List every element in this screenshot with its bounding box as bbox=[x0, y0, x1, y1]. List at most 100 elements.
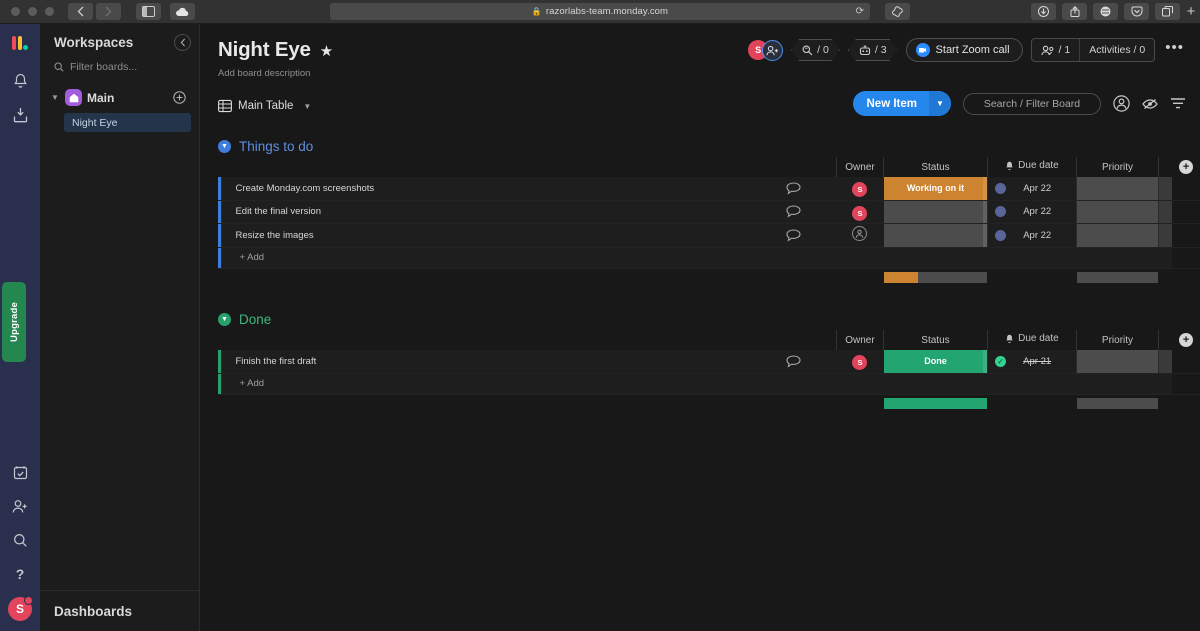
help-icon[interactable]: ? bbox=[0, 557, 40, 591]
forward-button[interactable] bbox=[96, 3, 121, 20]
table-row[interactable]: Finish the first draft S Done ✓ Apr 21 bbox=[218, 350, 1200, 374]
globe-icon[interactable] bbox=[1093, 3, 1118, 20]
column-header-owner[interactable]: Owner bbox=[835, 330, 884, 350]
add-column-button[interactable]: + bbox=[1172, 330, 1200, 350]
browser-extension-icons[interactable] bbox=[1031, 3, 1180, 20]
group-header[interactable]: ▼ Things to do bbox=[218, 135, 1200, 157]
filter-icon[interactable] bbox=[1170, 97, 1186, 110]
tabs-icon[interactable] bbox=[1155, 3, 1180, 20]
sidebar-toggle-button[interactable] bbox=[136, 3, 161, 20]
avatar[interactable]: S bbox=[852, 182, 868, 198]
column-header-status[interactable]: Status bbox=[883, 330, 988, 350]
add-column-button[interactable]: + bbox=[1172, 157, 1200, 177]
monday-logo-icon[interactable] bbox=[12, 34, 28, 50]
status-badge[interactable]: Done bbox=[883, 350, 988, 373]
calendar-check-icon[interactable] bbox=[0, 455, 40, 489]
owner-cell[interactable] bbox=[836, 223, 884, 248]
search-input[interactable]: Search / Filter Board bbox=[963, 92, 1101, 115]
person-circle-icon[interactable] bbox=[1113, 95, 1130, 112]
priority-cell[interactable] bbox=[1076, 200, 1159, 224]
add-board-button[interactable] bbox=[173, 91, 186, 104]
column-header-status[interactable]: Status bbox=[883, 157, 988, 177]
priority-cell[interactable] bbox=[1076, 350, 1159, 374]
avatar[interactable]: S bbox=[8, 596, 33, 621]
add-item-row[interactable]: + Add bbox=[218, 373, 1200, 395]
upgrade-button[interactable]: Upgrade bbox=[2, 282, 26, 362]
invite-member-icon[interactable] bbox=[0, 489, 40, 523]
extension-button[interactable] bbox=[885, 3, 910, 20]
chat-bubble-icon[interactable] bbox=[786, 177, 837, 201]
avatar[interactable]: S bbox=[852, 355, 868, 371]
avatar[interactable]: S bbox=[852, 205, 868, 221]
minimize-window-button[interactable] bbox=[28, 7, 37, 16]
add-person-icon[interactable] bbox=[762, 39, 784, 61]
new-item-dropdown-button[interactable]: ▼ bbox=[929, 91, 951, 116]
sidebar-item-dashboards[interactable]: Dashboards bbox=[40, 590, 199, 631]
owner-cell[interactable]: S bbox=[836, 177, 884, 201]
search-icon[interactable] bbox=[0, 523, 40, 557]
automations-button[interactable]: / 3 bbox=[848, 39, 898, 61]
column-header-due-date[interactable]: Due date bbox=[986, 330, 1077, 350]
item-name[interactable]: Resize the images bbox=[221, 223, 787, 248]
chat-bubble-icon[interactable] bbox=[786, 223, 837, 248]
pocket-icon[interactable] bbox=[1124, 3, 1149, 20]
status-badge[interactable]: Working on it bbox=[883, 177, 988, 200]
tab-main-table[interactable]: Main Table ▼ bbox=[218, 99, 311, 113]
group-collapse-button[interactable]: ▼ bbox=[218, 139, 231, 153]
sidebar-item-night-eye[interactable]: Night Eye bbox=[64, 113, 191, 132]
status-cell[interactable]: Done bbox=[883, 350, 988, 374]
add-item-row[interactable]: + Add bbox=[218, 247, 1200, 269]
status-badge[interactable] bbox=[883, 200, 988, 223]
sidebar-collapse-button[interactable] bbox=[174, 34, 191, 51]
table-row[interactable]: Resize the images Apr 22 bbox=[218, 223, 1200, 248]
table-row[interactable]: Edit the final version S Apr 22 bbox=[218, 200, 1200, 224]
board-description-placeholder[interactable]: Add board description bbox=[218, 68, 1182, 79]
workspace-row-main[interactable]: ▼ Main bbox=[48, 87, 191, 108]
due-date-cell[interactable]: Apr 22 bbox=[987, 223, 1077, 248]
filter-boards-input[interactable]: Filter boards... bbox=[54, 61, 189, 73]
status-cell[interactable] bbox=[883, 200, 988, 224]
activities-button[interactable]: Activities / 0 bbox=[1079, 39, 1154, 61]
browser-nav-buttons[interactable] bbox=[68, 3, 195, 20]
item-name[interactable]: Edit the final version bbox=[221, 200, 787, 224]
group-collapse-button[interactable]: ▼ bbox=[218, 312, 231, 326]
column-header-priority[interactable]: Priority bbox=[1076, 330, 1159, 350]
item-name[interactable]: Create Monday.com screenshots bbox=[221, 177, 787, 201]
address-bar[interactable]: 🔒 razorlabs-team.monday.com ⟳ bbox=[330, 3, 870, 20]
bell-icon[interactable] bbox=[0, 64, 40, 98]
window-controls[interactable] bbox=[0, 7, 54, 16]
start-zoom-call-button[interactable]: Start Zoom call bbox=[905, 38, 1023, 62]
add-item-button[interactable]: + Add bbox=[221, 373, 1173, 395]
table-row[interactable]: Create Monday.com screenshots S Working … bbox=[218, 177, 1200, 201]
back-button[interactable] bbox=[68, 3, 93, 20]
person-placeholder-icon[interactable] bbox=[852, 226, 868, 242]
integrations-button[interactable]: / 0 bbox=[791, 39, 840, 61]
chat-bubble-icon[interactable] bbox=[786, 200, 837, 224]
due-date-cell[interactable]: Apr 22 bbox=[987, 200, 1077, 224]
share-icon[interactable] bbox=[1062, 3, 1087, 20]
owner-cell[interactable]: S bbox=[836, 350, 884, 374]
status-cell[interactable]: Working on it bbox=[883, 177, 988, 201]
column-header-owner[interactable]: Owner bbox=[835, 157, 884, 177]
column-header-due-date[interactable]: Due date bbox=[986, 157, 1077, 177]
chat-bubble-icon[interactable] bbox=[786, 350, 837, 374]
due-date-cell[interactable]: ✓ Apr 21 bbox=[987, 350, 1077, 374]
status-cell[interactable] bbox=[883, 223, 988, 248]
board-more-menu-button[interactable]: ••• bbox=[1163, 39, 1186, 62]
new-tab-button[interactable]: + bbox=[1184, 3, 1198, 20]
board-members-button[interactable]: / 1 bbox=[1032, 39, 1080, 61]
chevron-down-icon[interactable]: ▼ bbox=[303, 102, 311, 111]
icloud-icon[interactable] bbox=[170, 3, 195, 20]
eye-hide-icon[interactable] bbox=[1142, 98, 1158, 110]
maximize-window-button[interactable] bbox=[45, 7, 54, 16]
inbox-icon[interactable] bbox=[0, 98, 40, 132]
owner-cell[interactable]: S bbox=[836, 200, 884, 224]
add-item-button[interactable]: + Add bbox=[221, 247, 1173, 269]
close-window-button[interactable] bbox=[11, 7, 20, 16]
star-filled-icon[interactable]: ★ bbox=[320, 42, 333, 60]
column-header-priority[interactable]: Priority bbox=[1076, 157, 1159, 177]
group-header[interactable]: ▼ Done bbox=[218, 308, 1200, 330]
priority-cell[interactable] bbox=[1076, 223, 1159, 248]
item-name[interactable]: Finish the first draft bbox=[221, 350, 787, 374]
chevron-down-icon[interactable]: ▼ bbox=[50, 93, 60, 102]
